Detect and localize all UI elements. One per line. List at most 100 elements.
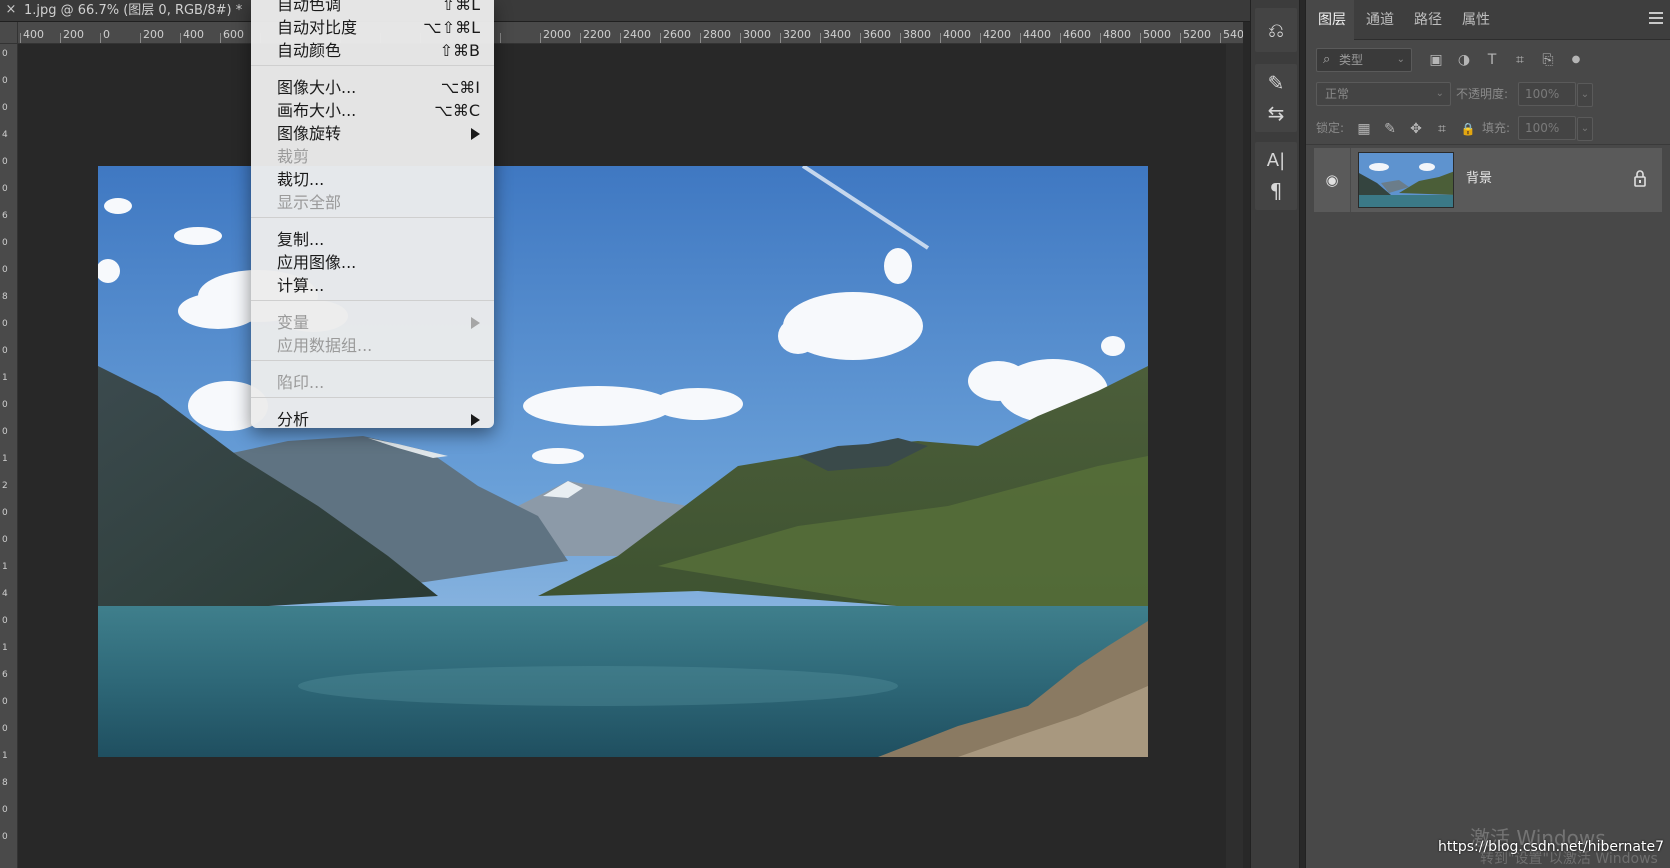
ruler-tick-label: 0 — [2, 805, 8, 815]
paragraph-icon[interactable]: ¶ — [1263, 178, 1289, 204]
ruler-mark — [660, 33, 661, 43]
ruler-mark — [740, 33, 741, 43]
layer-thumbnail[interactable] — [1358, 152, 1454, 208]
layer-thumbnail-image — [1359, 153, 1453, 207]
menu-item[interactable]: 自动对比度 ⌥⇧⌘L — [251, 17, 494, 39]
menu-item-label: 图像旋转 — [277, 124, 342, 143]
ruler-tick-label: 400 — [183, 28, 204, 41]
ruler-tick-label: 0 — [2, 184, 8, 194]
ruler-mark — [140, 33, 141, 43]
panel-menu-icon[interactable] — [1649, 12, 1663, 24]
ruler-mark — [1100, 33, 1101, 43]
ruler-mark — [900, 33, 901, 43]
menu-item[interactable]: 应用图像... — [251, 252, 494, 274]
ruler-tick-label: 0 — [2, 832, 8, 842]
tool-group-history: ⎌ — [1255, 8, 1297, 52]
menu-item[interactable]: 图像大小... ⌥⌘I — [251, 77, 494, 99]
image-menu-dropdown: 自动色调 ⇧⌘L 自动对比度 ⌥⇧⌘L 自动颜色 ⇧⌘B 图像大小... ⌥⌘I 画布大小...… — [251, 0, 494, 431]
character-icon[interactable]: A| — [1263, 148, 1289, 174]
layer-separator — [1350, 148, 1351, 212]
ruler-tick-label: 0 — [2, 508, 8, 518]
ruler-mark — [100, 33, 101, 43]
vertical-ruler[interactable]: 0 0 0 4 0 0 6 0 0 8 0 0 1 0 0 1 2 0 0 1 4 0 1 6 0 0 1 8 0 0 — [0, 44, 18, 868]
ruler-tick-label: 1 — [2, 562, 8, 572]
tab-channels[interactable]: 通道 — [1366, 10, 1394, 30]
ruler-mark — [620, 33, 621, 43]
adjust-icon[interactable]: ⇆ — [1263, 100, 1289, 126]
vertical-scrollbar[interactable] — [1226, 44, 1243, 868]
filter-adjustment-icon[interactable]: ◑ — [1454, 50, 1474, 70]
history-icon[interactable]: ⎌ — [1263, 17, 1289, 43]
panel-dock-strip: ⎌ ✎ ⇆ A| ¶ — [1250, 0, 1300, 868]
filter-shape-icon[interactable]: ⌗ — [1510, 50, 1530, 70]
fill-field[interactable]: 100% ⌄ — [1518, 116, 1593, 141]
blend-row: 正常 ⌄ 不透明度: 100% ⌄ — [1316, 82, 1661, 108]
ruler-tick-label: 0 — [2, 265, 8, 275]
ruler-mark — [1220, 33, 1221, 43]
ruler-mark — [940, 33, 941, 43]
chevron-down-icon[interactable]: ⌄ — [1577, 83, 1593, 107]
visibility-eye-icon[interactable]: ◉ — [1320, 168, 1344, 192]
ruler-tick-label: 1 — [2, 373, 8, 383]
layer-lock-icon[interactable] — [1632, 168, 1648, 190]
tool-group-type: A| ¶ — [1255, 142, 1297, 210]
menu-item[interactable]: 自动颜色 ⇧⌘B — [251, 40, 494, 62]
tab-layers[interactable]: 图层 — [1318, 10, 1346, 30]
brush-settings-icon[interactable]: ✎ — [1263, 70, 1289, 96]
tab-paths[interactable]: 路径 — [1414, 10, 1442, 30]
ruler-tick-label: 600 — [223, 28, 244, 41]
source-url-watermark: https://blog.csdn.net/hibernate7 — [1438, 839, 1664, 855]
ruler-tick-label: 0 — [2, 319, 8, 329]
ruler-tick-label: 8 — [2, 778, 8, 788]
ruler-tick-label: 2600 — [663, 28, 691, 41]
ruler-tick-label: 0 — [2, 76, 8, 86]
menu-separator — [251, 397, 494, 398]
ruler-corner[interactable] — [0, 22, 18, 44]
opacity-field[interactable]: 100% ⌄ — [1518, 82, 1593, 107]
ruler-tick-label: 3000 — [743, 28, 771, 41]
chevron-down-icon: ⌄ — [1435, 88, 1444, 99]
menu-item[interactable]: 裁切... — [251, 169, 494, 191]
menu-item[interactable]: 图像旋转 — [251, 123, 494, 145]
lock-position-icon[interactable]: ✥ — [1406, 119, 1426, 139]
menu-item[interactable]: 计算... — [251, 275, 494, 297]
menu-item-shortcut: ⇧⌘L — [441, 0, 480, 14]
lock-all-icon[interactable]: 🔒 — [1458, 119, 1478, 139]
canvas-area[interactable] — [18, 44, 1243, 868]
ruler-tick-label: 0 — [2, 346, 8, 356]
filter-kind-select[interactable]: ⌕ 类型 ⌄ — [1316, 48, 1412, 72]
ruler-tick-label: 4000 — [943, 28, 971, 41]
ruler-tick-label: 0 — [2, 49, 8, 59]
ruler-tick-label: 0 — [2, 616, 8, 626]
ruler-mark — [180, 33, 181, 43]
ruler-tick-label: 0 — [103, 28, 110, 41]
ruler-tick-label: 0 — [2, 157, 8, 167]
ruler-tick-label: 0 — [2, 427, 8, 437]
filter-toggle-icon[interactable]: ● — [1566, 50, 1586, 70]
chevron-down-icon[interactable]: ⌄ — [1577, 117, 1593, 141]
ruler-tick-label: 200 — [143, 28, 164, 41]
ruler-mark — [580, 33, 581, 43]
layer-row[interactable]: ◉ 背景 — [1314, 148, 1662, 212]
ruler-tick-label: 4200 — [983, 28, 1011, 41]
ruler-mark — [700, 33, 701, 43]
submenu-arrow-icon — [471, 128, 480, 140]
menu-item-label: 复制... — [277, 230, 325, 249]
menu-item[interactable]: 分析 — [251, 409, 494, 431]
filter-smartobject-icon[interactable]: ⎘ — [1538, 50, 1558, 70]
menu-item-label: 应用数据组... — [277, 336, 373, 355]
menu-item[interactable]: 画布大小... ⌥⌘C — [251, 100, 494, 122]
menu-item[interactable]: 复制... — [251, 229, 494, 251]
menu-item[interactable]: 自动色调 ⇧⌘L — [251, 0, 494, 16]
horizontal-ruler[interactable]: 400 200 0 200 400 600 2000 2200 2400 2600 2800 3000… — [18, 22, 1243, 44]
menu-item-label: 自动色调 — [277, 0, 342, 14]
lock-artboard-icon[interactable]: ⌗ — [1432, 119, 1452, 139]
filter-type-icon[interactable]: T — [1482, 50, 1502, 70]
tab-properties[interactable]: 属性 — [1462, 10, 1490, 30]
lock-paint-icon[interactable]: ✎ — [1380, 119, 1400, 139]
close-document-icon[interactable]: × — [4, 2, 18, 18]
blend-mode-select[interactable]: 正常 ⌄ — [1316, 82, 1451, 106]
lock-transparent-icon[interactable]: ▦ — [1354, 119, 1374, 139]
document-tab[interactable]: × 1.jpg @ 66.7% (图层 0, RGB/8#) * — [0, 0, 1260, 22]
filter-pixel-icon[interactable]: ▣ — [1426, 50, 1446, 70]
